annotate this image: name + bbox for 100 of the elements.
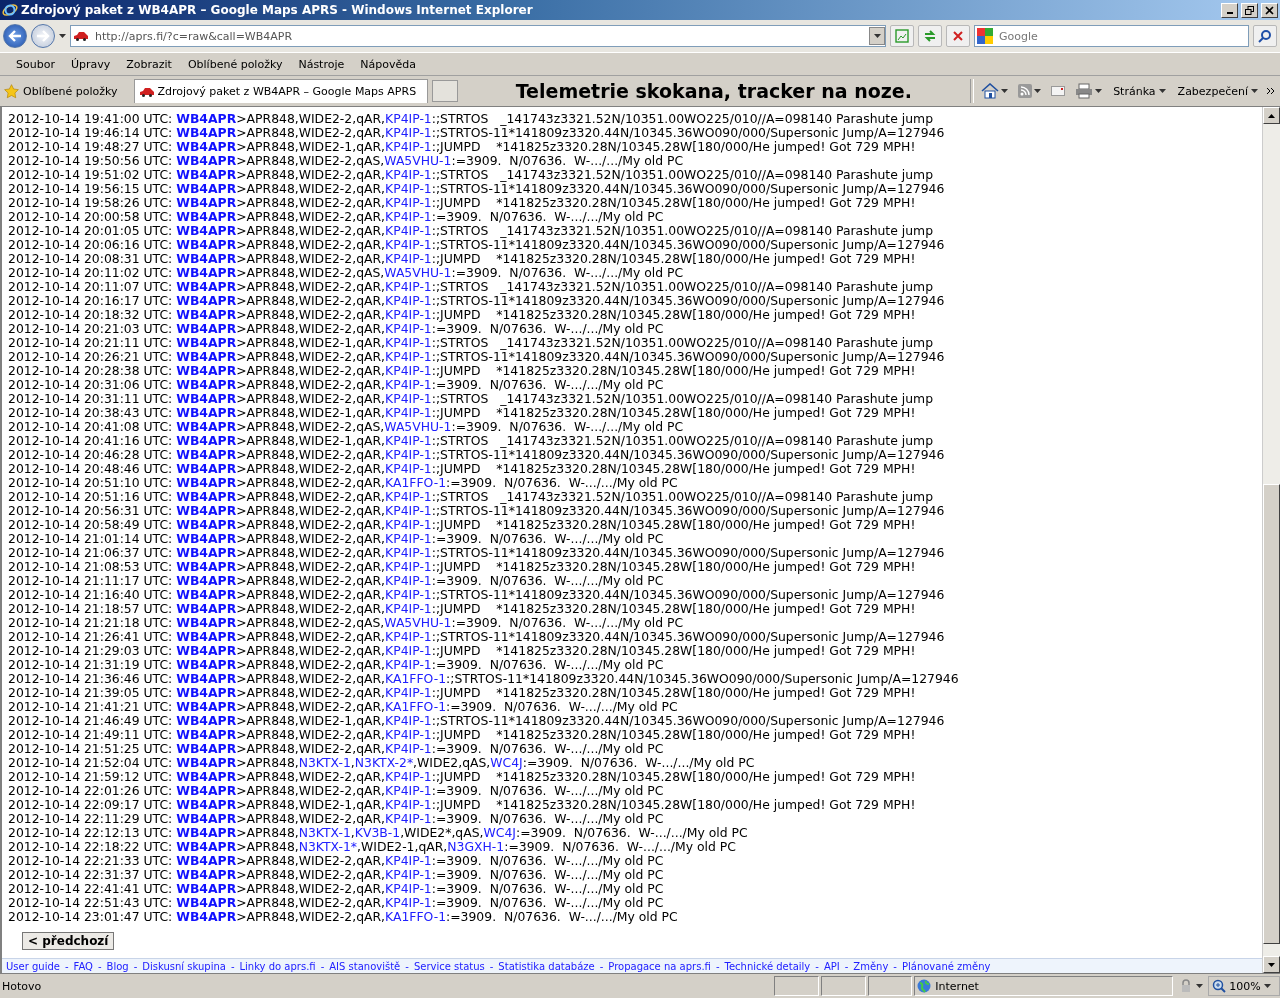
callsign-link[interactable]: WB4APR — [176, 825, 237, 840]
station-link[interactable]: WA5VHU-1 — [384, 615, 452, 630]
callsign-link[interactable]: WB4APR — [176, 685, 237, 700]
minimize-button[interactable] — [1221, 2, 1238, 18]
callsign-link[interactable]: WB4APR — [176, 867, 237, 882]
station-link[interactable]: KP4IP-1 — [385, 727, 432, 742]
station-link[interactable]: KP4IP-1 — [385, 461, 432, 476]
menu-item[interactable]: Oblíbené položky — [179, 55, 291, 73]
chevron-icon[interactable] — [1266, 87, 1276, 95]
callsign-link[interactable]: WB4APR — [176, 251, 237, 266]
callsign-link[interactable]: WB4APR — [176, 391, 237, 406]
callsign-link[interactable]: WB4APR — [176, 265, 237, 280]
station-link[interactable]: KP4IP-1 — [385, 769, 432, 784]
callsign-link[interactable]: WB4APR — [176, 139, 237, 154]
station-link[interactable]: KP4IP-1 — [385, 307, 432, 322]
callsign-link[interactable]: WB4APR — [176, 671, 237, 686]
station-link[interactable]: KP4IP-1 — [385, 195, 432, 210]
callsign-link[interactable]: WB4APR — [176, 909, 237, 924]
footer-link[interactable]: Linky do aprs.fi — [239, 960, 316, 972]
restore-button[interactable] — [1241, 2, 1258, 18]
station-link[interactable]: KP4IP-1 — [385, 489, 432, 504]
menu-item[interactable]: Nápověda — [352, 55, 424, 73]
back-button[interactable] — [3, 24, 27, 48]
callsign-link[interactable]: WB4APR — [176, 881, 237, 896]
search-button[interactable] — [1253, 25, 1277, 47]
station-link[interactable]: N3KTX-2* — [354, 755, 414, 770]
callsign-link[interactable]: WB4APR — [176, 153, 237, 168]
callsign-link[interactable]: WB4APR — [176, 461, 237, 476]
callsign-link[interactable]: WB4APR — [176, 699, 237, 714]
station-link[interactable]: KP4IP-1 — [385, 405, 432, 420]
footer-link[interactable]: Technické detaily — [724, 960, 811, 972]
station-link[interactable]: KP4IP-1 — [385, 811, 432, 826]
callsign-link[interactable]: WB4APR — [176, 643, 237, 658]
callsign-link[interactable]: WB4APR — [176, 601, 237, 616]
footer-link[interactable]: Blog — [106, 960, 129, 972]
callsign-link[interactable]: WB4APR — [176, 335, 237, 350]
station-link[interactable]: KP4IP-1 — [385, 111, 432, 126]
callsign-link[interactable]: WB4APR — [176, 629, 237, 644]
station-link[interactable]: KP4IP-1 — [385, 867, 432, 882]
station-link[interactable]: N3KTX-1* — [298, 839, 358, 854]
station-link[interactable]: KP4IP-1 — [385, 209, 432, 224]
refresh-button[interactable] — [918, 25, 942, 47]
callsign-link[interactable]: WB4APR — [176, 853, 237, 868]
station-link[interactable]: KP4IP-1 — [385, 517, 432, 532]
station-link[interactable]: KP4IP-1 — [385, 237, 432, 252]
callsign-link[interactable]: WB4APR — [176, 293, 237, 308]
command-menu[interactable]: Zabezpečení — [1173, 84, 1262, 98]
callsign-link[interactable]: WB4APR — [176, 839, 237, 854]
station-link[interactable]: KA1FFO-1 — [385, 699, 447, 714]
callsign-link[interactable]: WB4APR — [176, 433, 237, 448]
station-link[interactable]: KP4IP-1 — [385, 167, 432, 182]
callsign-link[interactable]: WB4APR — [176, 559, 237, 574]
station-link[interactable]: KP4IP-1 — [385, 531, 432, 546]
callsign-link[interactable]: WB4APR — [176, 811, 237, 826]
callsign-link[interactable]: WB4APR — [176, 797, 237, 812]
station-link[interactable]: KP4IP-1 — [385, 643, 432, 658]
footer-link[interactable]: Diskusní skupina — [142, 960, 226, 972]
callsign-link[interactable]: WB4APR — [176, 503, 237, 518]
station-link[interactable]: KP4IP-1 — [385, 251, 432, 266]
search-field[interactable]: Google — [997, 28, 1248, 44]
callsign-link[interactable]: WB4APR — [176, 167, 237, 182]
callsign-link[interactable]: WB4APR — [176, 279, 237, 294]
callsign-link[interactable]: WB4APR — [176, 573, 237, 588]
station-link[interactable]: KP4IP-1 — [385, 853, 432, 868]
address-dropdown[interactable] — [869, 27, 885, 45]
station-link[interactable]: KP4IP-1 — [385, 377, 432, 392]
station-link[interactable]: KP4IP-1 — [385, 503, 432, 518]
callsign-link[interactable]: WB4APR — [176, 181, 237, 196]
station-link[interactable]: KP4IP-1 — [385, 125, 432, 140]
station-link[interactable]: KP4IP-1 — [385, 279, 432, 294]
station-link[interactable]: WA5VHU-1 — [384, 419, 452, 434]
station-link[interactable]: KP4IP-1 — [385, 783, 432, 798]
forward-button[interactable] — [31, 24, 55, 48]
close-button[interactable] — [1261, 2, 1278, 18]
address-field[interactable]: http://aprs.fi/?c=raw&call=WB4APR — [93, 28, 865, 44]
callsign-link[interactable]: WB4APR — [176, 545, 237, 560]
scroll-up-button[interactable] — [1263, 107, 1280, 124]
station-link[interactable]: KP4IP-1 — [385, 629, 432, 644]
station-link[interactable]: KP4IP-1 — [385, 223, 432, 238]
callsign-link[interactable]: WB4APR — [176, 377, 237, 392]
station-link[interactable]: N3GXH-1 — [447, 839, 505, 854]
callsign-link[interactable]: WB4APR — [176, 489, 237, 504]
station-link[interactable]: KP4IP-1 — [385, 349, 432, 364]
station-link[interactable]: KP4IP-1 — [385, 559, 432, 574]
station-link[interactable]: N3KTX-1 — [298, 755, 351, 770]
command-menu[interactable]: Stránka — [1109, 84, 1170, 98]
stop-button[interactable] — [946, 25, 970, 47]
callsign-link[interactable]: WB4APR — [176, 615, 237, 630]
footer-link[interactable]: Změny — [853, 960, 889, 972]
station-link[interactable]: KP4IP-1 — [385, 545, 432, 560]
callsign-link[interactable]: WB4APR — [176, 405, 237, 420]
station-link[interactable]: WC4J — [490, 755, 523, 770]
callsign-link[interactable]: WB4APR — [176, 517, 237, 532]
station-link[interactable]: KP4IP-1 — [385, 601, 432, 616]
station-link[interactable]: KP4IP-1 — [385, 587, 432, 602]
callsign-link[interactable]: WB4APR — [176, 587, 237, 602]
station-link[interactable]: KP4IP-1 — [385, 741, 432, 756]
callsign-link[interactable]: WB4APR — [176, 237, 237, 252]
station-link[interactable]: KP4IP-1 — [385, 293, 432, 308]
station-link[interactable]: KP4IP-1 — [385, 447, 432, 462]
